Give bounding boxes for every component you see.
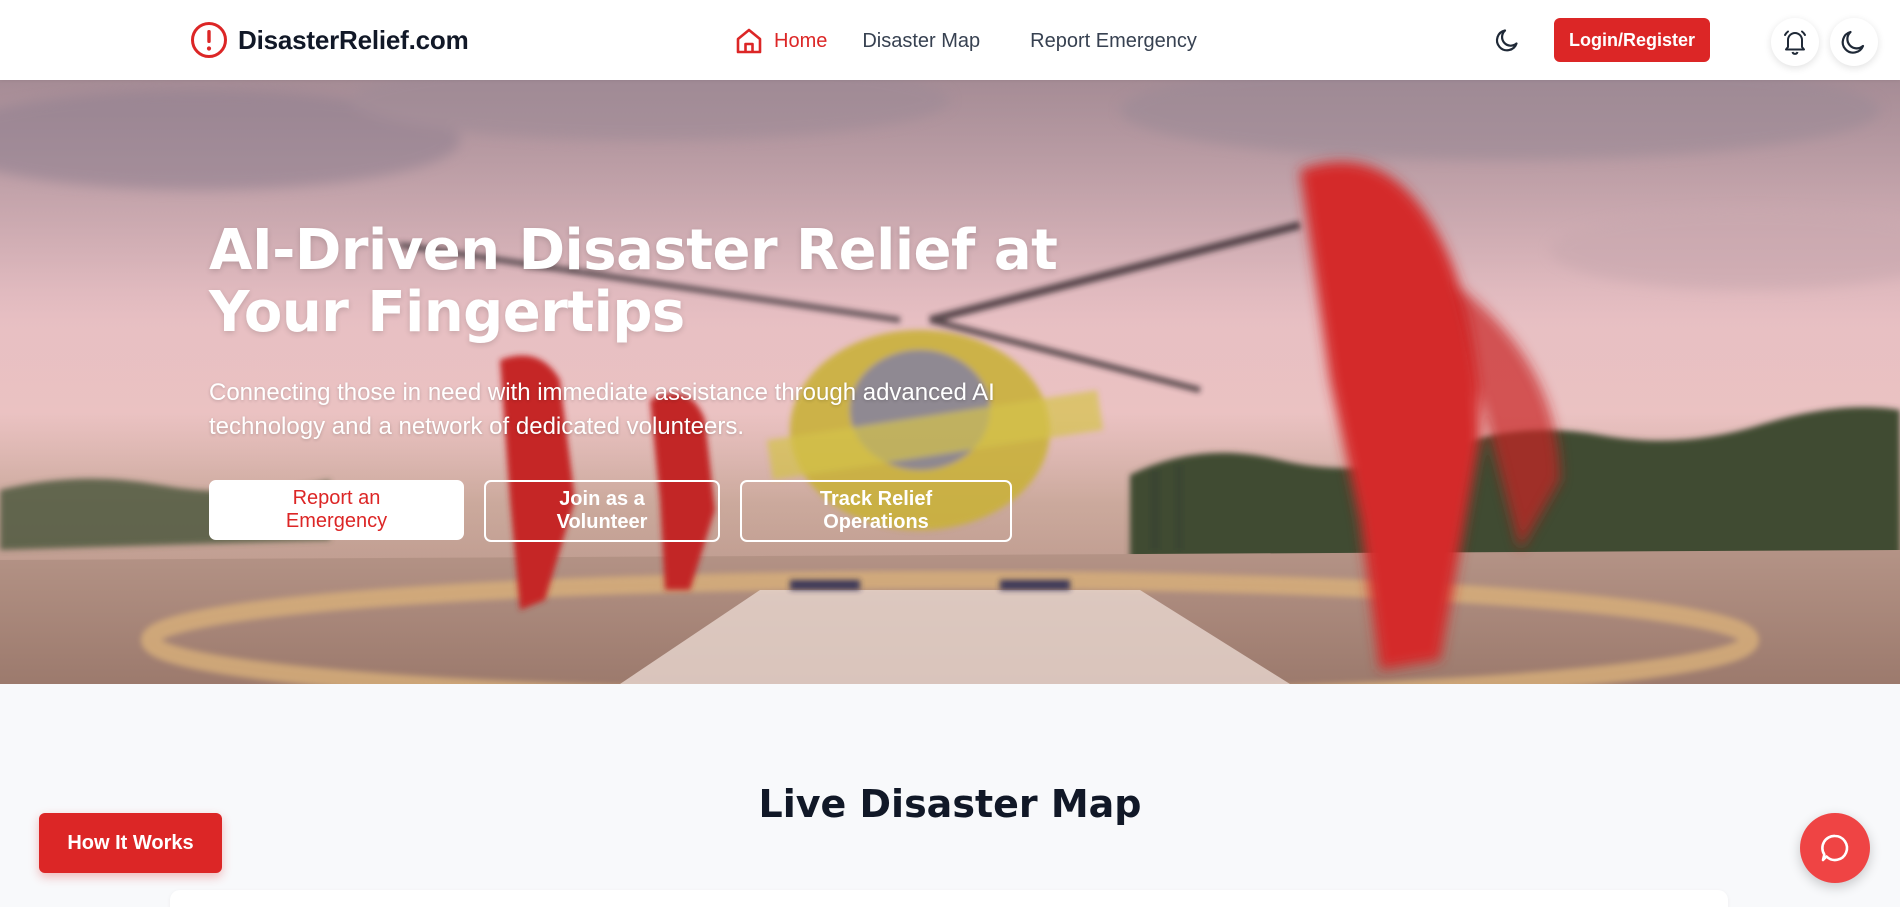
moon-icon (1495, 29, 1518, 52)
hero-content: AI-Driven Disaster Relief at Your Finger… (209, 220, 1109, 444)
bell-icon (1784, 30, 1806, 55)
hero-subtitle: Connecting those in need with immediate … (209, 379, 995, 440)
brand-logo[interactable]: DisasterRelief.com (190, 20, 469, 60)
notifications-button[interactable] (1771, 18, 1819, 66)
report-emergency-button[interactable]: Report an Emergency (209, 480, 464, 540)
nav-report-emergency[interactable]: Report Emergency (1030, 30, 1197, 53)
nav-disaster-map[interactable]: Disaster Map (862, 30, 980, 53)
hero-section: AI-Driven Disaster Relief at Your Finger… (0, 80, 1900, 684)
alert-circle-icon (191, 22, 227, 58)
hero-title-line2: Your Fingertips (209, 280, 685, 345)
how-it-works-button[interactable]: How It Works (39, 813, 222, 873)
nav-home-label: Home (774, 29, 828, 52)
hero-title-line1: AI-Driven Disaster Relief at (209, 218, 1058, 283)
home-icon (736, 28, 762, 54)
live-disaster-map-title: Live Disaster Map (758, 782, 1142, 826)
moon-icon (1841, 30, 1865, 54)
brand-name: DisasterRelief.com (238, 24, 469, 55)
disaster-map-container[interactable] (170, 890, 1728, 907)
hero-actions: Report an Emergency Join as a Volunteer … (209, 480, 1012, 542)
chat-button[interactable] (1800, 813, 1870, 883)
join-volunteer-button[interactable]: Join as a Volunteer (484, 480, 720, 542)
login-register-button[interactable]: Login/Register (1554, 18, 1710, 62)
nav-disaster-map-label: Disaster Map (862, 29, 981, 52)
dark-mode-button[interactable] (1830, 18, 1878, 66)
nav-home[interactable]: Home (734, 26, 827, 56)
hero-title: AI-Driven Disaster Relief at Your Finger… (209, 220, 1109, 344)
nav-report-emergency-label: Report Emergency (1030, 29, 1197, 52)
main-nav: Home Disaster Map Report Emergency (734, 22, 1197, 60)
track-relief-button[interactable]: Track Relief Operations (740, 480, 1012, 542)
top-navbar: DisasterRelief.com Home Disaster Map Rep… (0, 0, 1900, 80)
theme-toggle-button[interactable] (1492, 24, 1524, 56)
chat-bubble-icon (1821, 834, 1849, 862)
